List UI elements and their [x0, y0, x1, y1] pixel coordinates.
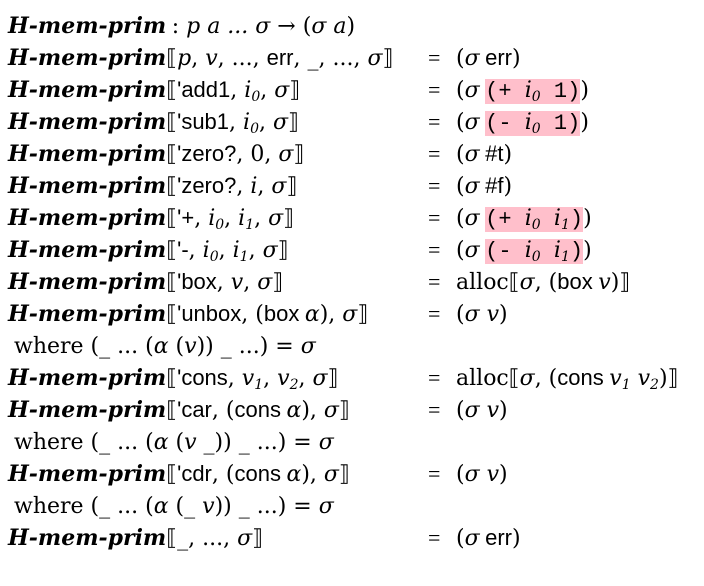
equals-sign: =: [428, 397, 441, 422]
where-text: where (_ ... (: [14, 334, 154, 359]
where-clause-car: where (_ ... (α (v _)) _ ...) = σ: [14, 426, 334, 458]
rule-lhs: H-mem-prim⟦'unbox, (box α), σ⟧: [8, 301, 369, 327]
rule-lhs: H-mem-prim⟦p, v, ..., err, _, ..., σ⟧: [8, 45, 394, 71]
equals-sign: =: [428, 109, 441, 134]
where-text: )) _ ...) =: [214, 494, 319, 519]
equals-sign: =: [428, 525, 441, 550]
where-var: α: [153, 430, 169, 455]
where-text: (: [168, 334, 185, 359]
where-clause-unbox: where (_ ... (α (v)) _ ...) = σ: [14, 330, 316, 362]
equals-sign: =: [428, 205, 441, 230]
where-var: α: [153, 334, 169, 359]
where-text: (_: [168, 494, 203, 519]
function-name: H-mem-prim: [8, 13, 167, 39]
rule-lhs: H-mem-prim⟦_, ..., σ⟧: [8, 525, 264, 551]
rule-rhs: alloc⟦σ, (box v)⟧: [456, 269, 631, 295]
equals-sign: =: [428, 77, 441, 102]
equals-sign: =: [428, 301, 441, 326]
highlighted-code: (+ i0 1): [485, 78, 581, 105]
rule-lhs: H-mem-prim⟦'cdr, (cons α), σ⟧: [8, 461, 350, 487]
signature-arrow: →: [270, 14, 303, 39]
rule-rhs: (σ #f): [456, 173, 513, 199]
rule-lhs: H-mem-prim⟦'zero?, 0, σ⟧: [8, 141, 305, 167]
rule-rhs: (σ err): [456, 45, 521, 71]
rule-lhs: H-mem-prim⟦'zero?, i, σ⟧: [8, 173, 298, 199]
signature-line: H-mem-prim : p a ... σ → (σ a): [8, 10, 355, 42]
equals-sign: =: [428, 173, 441, 198]
where-var: α: [153, 494, 169, 519]
signature-domain: p a ... σ: [186, 14, 271, 39]
metafunction-figure: H-mem-prim : p a ... σ → (σ a) H-mem-pri…: [0, 0, 704, 586]
where-text: (: [168, 430, 185, 455]
rule-lhs: H-mem-prim⟦'car, (cons α), σ⟧: [8, 397, 350, 423]
equals-sign: =: [428, 365, 441, 390]
where-text: where (_ ... (: [14, 494, 154, 519]
where-var: σ: [318, 494, 334, 519]
where-var: v: [202, 494, 215, 519]
highlighted-code: (- i0 1): [485, 110, 581, 137]
where-text: _)) _ ...) =: [196, 430, 319, 455]
signature-rest: :: [171, 14, 187, 39]
where-var: v: [184, 334, 197, 359]
rule-lhs: H-mem-prim⟦'box, v, σ⟧: [8, 269, 284, 295]
rule-rhs: (σ v): [456, 462, 508, 487]
where-var: σ: [318, 430, 334, 455]
rule-rhs: (σ err): [456, 525, 521, 551]
highlighted-code: (- i0 i1): [485, 238, 584, 265]
signature-range-sigma: σ a: [311, 14, 347, 39]
equals-sign: =: [428, 269, 441, 294]
signature-range-close: ): [346, 14, 356, 39]
where-text: where (_ ... (: [14, 430, 154, 455]
where-text: )) _ ...) =: [196, 334, 301, 359]
equals-sign: =: [428, 141, 441, 166]
rule-rhs: (σ v): [456, 398, 508, 423]
highlighted-code: (+ i0 i1): [485, 206, 584, 233]
where-var: σ: [300, 334, 316, 359]
where-var: v: [184, 430, 197, 455]
rule-rhs: (σ #t): [456, 141, 513, 167]
where-clause-cdr: where (_ ... (α (_ v)) _ ...) = σ: [14, 490, 334, 522]
equals-sign: =: [428, 237, 441, 262]
equals-sign: =: [428, 461, 441, 486]
equals-sign: =: [428, 45, 441, 70]
rule-rhs: (σ v): [456, 302, 508, 327]
